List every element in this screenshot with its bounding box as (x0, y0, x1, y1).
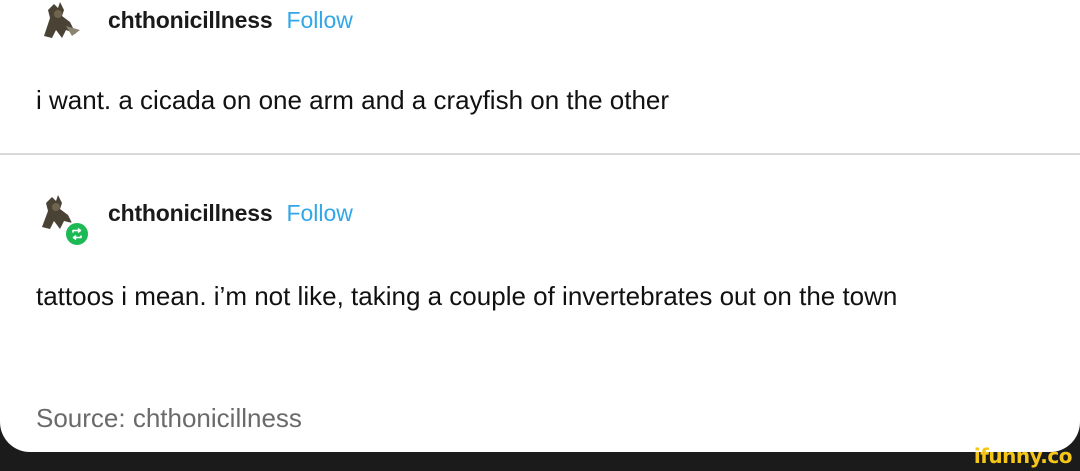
post-header-1: chthonicillness Follow (36, 0, 353, 40)
ifunny-watermark: ifunny.co (973, 444, 1073, 468)
creature-avatar-icon (44, 2, 80, 38)
post-divider (0, 153, 1080, 155)
follow-button[interactable]: Follow (286, 200, 352, 227)
source-link[interactable]: Source: chthonicillness (36, 396, 302, 440)
avatar[interactable] (36, 0, 88, 40)
reblog-icon (64, 221, 90, 247)
post-body-2: tattoos i mean. i’m not like, taking a c… (36, 281, 898, 311)
post-card: chthonicillness Follow i want. a cicada … (0, 0, 1080, 452)
username[interactable]: chthonicillness (108, 200, 273, 227)
username[interactable]: chthonicillness (108, 7, 273, 34)
follow-button[interactable]: Follow (286, 7, 352, 34)
post-header-2: chthonicillness Follow (36, 188, 353, 247)
avatar[interactable] (36, 193, 90, 247)
post-body-1: i want. a cicada on one arm and a crayfi… (36, 85, 670, 115)
